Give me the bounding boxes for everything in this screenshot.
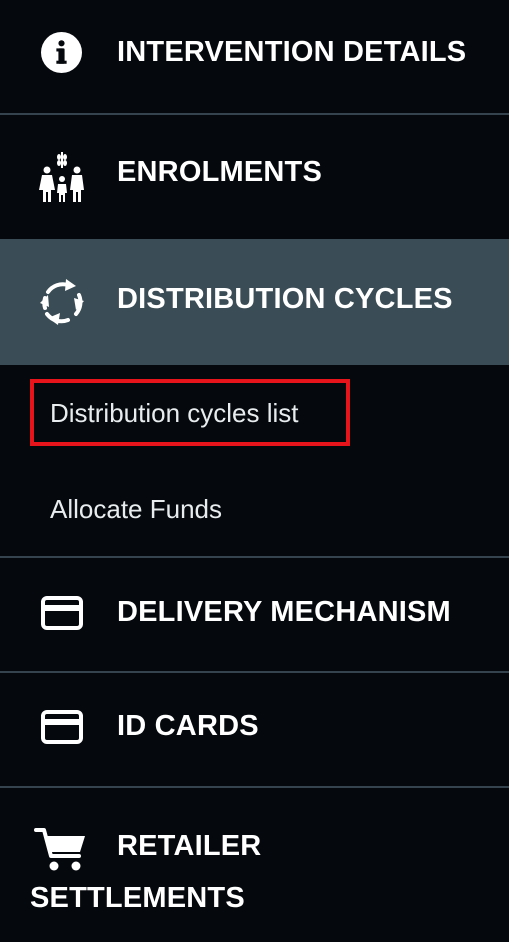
sidebar-item-label: RETAILER	[117, 830, 262, 862]
sidebar-item-label: DELIVERY MECHANISM	[117, 596, 451, 628]
sidebar-item-label: DISTRIBUTION CYCLES	[117, 283, 453, 315]
refresh-cycle-icon	[40, 279, 84, 325]
sidebar-item-label: ENROLMENTS	[117, 156, 322, 188]
sidebar-item-retailer-settlements[interactable]: RETAILER SETTLEMENTS	[0, 788, 509, 942]
sidebar-item-enrolments[interactable]: ENROLMENTS	[0, 115, 509, 239]
subitem-allocate-funds[interactable]: Allocate Funds	[50, 496, 222, 522]
cart-icon	[34, 828, 85, 871]
sidebar-item-intervention-details[interactable]: INTERVENTION DETAILS	[0, 0, 509, 114]
sidebar-item-distribution-cycles[interactable]: DISTRIBUTION CYCLES	[0, 239, 509, 365]
sidebar-item-label-continued: SETTLEMENTS	[30, 882, 245, 914]
sidebar-item-label: INTERVENTION DETAILS	[117, 36, 467, 68]
sidebar-item-id-cards[interactable]: ID CARDS	[0, 673, 509, 786]
card-icon	[41, 710, 83, 744]
card-icon	[41, 596, 83, 630]
info-icon	[41, 32, 82, 73]
family-icon	[39, 152, 84, 202]
sidebar-item-label: ID CARDS	[117, 710, 259, 742]
highlight-box	[30, 379, 350, 446]
sidebar-nav: INTERVENTION DETAILS ENROLMENTS DISTRIBU…	[0, 0, 509, 942]
sidebar-item-delivery-mechanism[interactable]: DELIVERY MECHANISM	[0, 558, 509, 671]
